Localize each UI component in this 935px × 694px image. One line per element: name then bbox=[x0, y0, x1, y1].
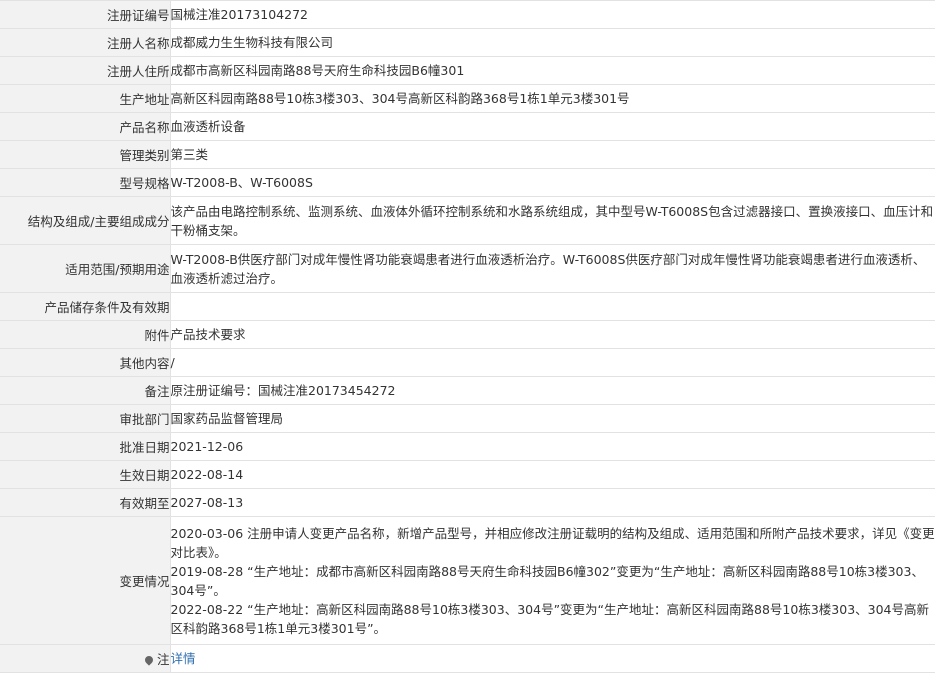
field-value: 2027-08-13 bbox=[170, 488, 935, 517]
pin-icon bbox=[143, 654, 155, 666]
details-link[interactable]: 详情 bbox=[171, 651, 196, 666]
row-product-name: 产品名称 血液透析设备 bbox=[0, 112, 935, 141]
field-value: W-T2008-B、W-T6008S bbox=[170, 168, 935, 197]
row-registration-number: 注册证编号 国械注准20173104272 bbox=[0, 0, 935, 29]
field-value: 国家药品监督管理局 bbox=[170, 404, 935, 433]
note-label-cell: 注 bbox=[0, 644, 171, 673]
row-approval-date: 批准日期 2021-12-06 bbox=[0, 432, 935, 461]
field-label: 附件 bbox=[0, 320, 171, 349]
row-scope: 适用范围/预期用途 W-T2008-B供医疗部门对成年慢性肾功能衰竭患者进行血液… bbox=[0, 244, 935, 293]
note-value: 详情 bbox=[170, 644, 935, 673]
note-label: 注 bbox=[156, 652, 170, 667]
row-model-spec: 型号规格 W-T2008-B、W-T6008S bbox=[0, 168, 935, 197]
row-effective-date: 生效日期 2022-08-14 bbox=[0, 460, 935, 489]
field-label: 适用范围/预期用途 bbox=[0, 244, 171, 293]
field-label: 备注 bbox=[0, 376, 171, 405]
row-structure: 结构及组成/主要组成成分 该产品由电路控制系统、监测系统、血液体外循环控制系统和… bbox=[0, 196, 935, 245]
row-management-category: 管理类别 第三类 bbox=[0, 140, 935, 169]
changes-list: 2020-03-06 注册申请人变更产品名称，新增产品型号，并相应修改注册证载明… bbox=[170, 516, 935, 645]
row-attachment: 附件 产品技术要求 bbox=[0, 320, 935, 349]
row-approval-dept: 审批部门 国家药品监督管理局 bbox=[0, 404, 935, 433]
field-value: W-T2008-B供医疗部门对成年慢性肾功能衰竭患者进行血液透析治疗。W-T60… bbox=[170, 244, 935, 293]
row-valid-until: 有效期至 2027-08-13 bbox=[0, 488, 935, 517]
field-label: 变更情况 bbox=[0, 516, 171, 645]
field-label: 批准日期 bbox=[0, 432, 171, 461]
change-item: 2019-08-28 “生产地址：成都市高新区科园南路88号天府生命科技园B6幢… bbox=[170, 563, 924, 598]
row-note: 注 详情 bbox=[0, 644, 935, 673]
field-label: 注册证编号 bbox=[0, 0, 171, 29]
row-registrant-name: 注册人名称 成都威力生生物科技有限公司 bbox=[0, 28, 935, 57]
field-label: 生产地址 bbox=[0, 84, 171, 113]
field-value: 原注册证编号：国械注准20173454272 bbox=[170, 376, 935, 405]
row-production-address: 生产地址 高新区科园南路88号10栋3楼303、304号高新区科韵路368号1栋… bbox=[0, 84, 935, 113]
row-storage: 产品储存条件及有效期 bbox=[0, 292, 935, 321]
field-label: 其他内容 bbox=[0, 348, 171, 377]
field-label: 注册人住所 bbox=[0, 56, 171, 85]
change-item: 2020-03-06 注册申请人变更产品名称，新增产品型号，并相应修改注册证载明… bbox=[170, 525, 935, 560]
row-registrant-address: 注册人住所 成都市高新区科园南路88号天府生命科技园B6幢301 bbox=[0, 56, 935, 85]
change-item: 2022-08-22 “生产地址：高新区科园南路88号10栋3楼303、304号… bbox=[170, 601, 930, 636]
field-value: 血液透析设备 bbox=[170, 112, 935, 141]
field-label: 注册人名称 bbox=[0, 28, 171, 57]
row-other: 其他内容 / bbox=[0, 348, 935, 377]
field-label: 产品名称 bbox=[0, 112, 171, 141]
field-value: 国械注准20173104272 bbox=[170, 0, 935, 29]
field-label: 型号规格 bbox=[0, 168, 171, 197]
field-value: 第三类 bbox=[170, 140, 935, 169]
field-value: 2022-08-14 bbox=[170, 460, 935, 489]
field-label: 产品储存条件及有效期 bbox=[0, 292, 171, 321]
field-label: 结构及组成/主要组成成分 bbox=[0, 196, 171, 245]
field-value: 成都市高新区科园南路88号天府生命科技园B6幢301 bbox=[170, 56, 935, 85]
field-label: 生效日期 bbox=[0, 460, 171, 489]
row-remark: 备注 原注册证编号：国械注准20173454272 bbox=[0, 376, 935, 405]
field-value: 该产品由电路控制系统、监测系统、血液体外循环控制系统和水路系统组成，其中型号W-… bbox=[170, 196, 935, 245]
field-value: 产品技术要求 bbox=[170, 320, 935, 349]
field-value: 成都威力生生物科技有限公司 bbox=[170, 28, 935, 57]
row-changes: 变更情况 2020-03-06 注册申请人变更产品名称，新增产品型号，并相应修改… bbox=[0, 516, 935, 645]
field-label: 有效期至 bbox=[0, 488, 171, 517]
field-label: 审批部门 bbox=[0, 404, 171, 433]
registration-info-table: 注册证编号 国械注准20173104272 注册人名称 成都威力生生物科技有限公… bbox=[0, 0, 935, 673]
field-value: / bbox=[170, 348, 935, 377]
field-value bbox=[170, 292, 935, 321]
field-value: 高新区科园南路88号10栋3楼303、304号高新区科韵路368号1栋1单元3楼… bbox=[170, 84, 935, 113]
field-value: 2021-12-06 bbox=[170, 432, 935, 461]
field-label: 管理类别 bbox=[0, 140, 171, 169]
